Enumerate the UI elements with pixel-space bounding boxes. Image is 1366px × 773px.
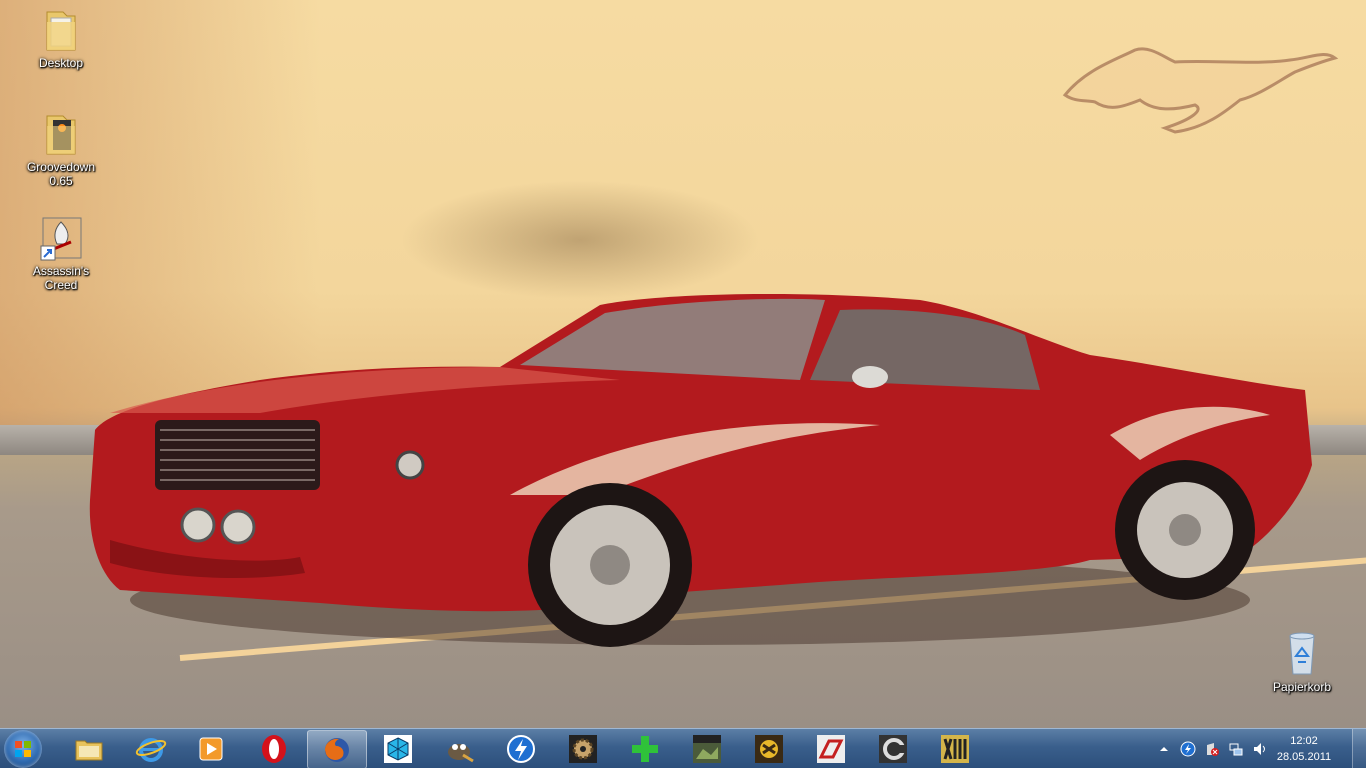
taskbar-firefox[interactable]: [307, 730, 367, 769]
show-desktop-button[interactable]: [1352, 729, 1366, 768]
desktop-icon-label: Groovedown 0.65: [26, 160, 96, 188]
folder-icon: [46, 115, 76, 155]
game-shortcut-icon: [40, 217, 82, 261]
taskbar-explorer[interactable]: [60, 730, 118, 767]
desktop-icon-groovedown[interactable]: Groovedown 0.65: [15, 110, 107, 188]
lightning-icon: [507, 734, 535, 763]
taskbar-media-player[interactable]: [182, 730, 240, 767]
taskbar-opera[interactable]: [245, 730, 303, 767]
gimp-icon: [448, 743, 474, 762]
windows-orb-icon: [15, 741, 31, 757]
taskbar-internet-explorer[interactable]: [122, 730, 180, 767]
folder-icon: [75, 740, 103, 760]
taskbar: 12:02 28.05.2011: [0, 728, 1366, 769]
crescent-app-icon: [879, 734, 907, 763]
taskbar-xiii[interactable]: [926, 730, 984, 767]
taskbar-gimp[interactable]: [430, 730, 488, 767]
taskbar-need-for-speed[interactable]: [802, 730, 860, 767]
horse-logo: [1062, 47, 1339, 134]
plus-app-icon: [632, 735, 658, 762]
taskbar-yellow-game[interactable]: [740, 730, 798, 767]
opera-icon: [262, 734, 286, 763]
wallpaper-blur-center: [400, 180, 760, 300]
network-icon[interactable]: [1228, 741, 1244, 757]
taskbar-cube-app[interactable]: [369, 730, 427, 767]
lightning-tray-icon[interactable]: [1180, 741, 1196, 757]
media-player-icon: [199, 737, 223, 760]
clock[interactable]: 12:02 28.05.2011: [1276, 733, 1332, 765]
action-center-icon[interactable]: [1204, 741, 1220, 757]
game-icon: [755, 734, 783, 763]
show-hidden-icons-icon[interactable]: [1156, 741, 1172, 757]
car-illustration: [89, 293, 1313, 647]
gear-app-icon: [569, 734, 597, 763]
cube-app-icon: [384, 734, 412, 763]
start-button[interactable]: [4, 730, 42, 768]
taskbar-gear-app[interactable]: [554, 730, 612, 767]
recycle-bin-icon: [1289, 632, 1315, 675]
desktop-icon-label: Assassin's Creed: [32, 264, 90, 292]
taskbar-plus-app[interactable]: [616, 730, 674, 767]
desktop-icon-desktop[interactable]: Desktop: [15, 6, 107, 70]
taskbar-battlefield[interactable]: [678, 730, 736, 767]
nfs-icon: [817, 734, 845, 763]
ie-icon: [135, 737, 167, 762]
battlefield-icon: [693, 734, 721, 763]
desktop-icon-label: Desktop: [38, 56, 84, 70]
folder-icon: [46, 11, 76, 51]
clock-time: 12:02: [1290, 735, 1318, 747]
firefox-icon: [325, 737, 349, 762]
xiii-icon: [941, 734, 969, 763]
desktop-wallpaper: [0, 0, 1366, 728]
desktop-icon-recycle-bin[interactable]: Papierkorb: [1256, 630, 1348, 694]
taskbar-download-manager[interactable]: [492, 730, 550, 767]
volume-icon[interactable]: [1252, 741, 1268, 757]
clock-date: 28.05.2011: [1276, 751, 1332, 763]
desktop-icon-assassins-creed[interactable]: Assassin's Creed: [15, 214, 107, 292]
desktop-icon-label: Papierkorb: [1272, 680, 1332, 694]
taskbar-crescent-app[interactable]: [864, 730, 922, 767]
